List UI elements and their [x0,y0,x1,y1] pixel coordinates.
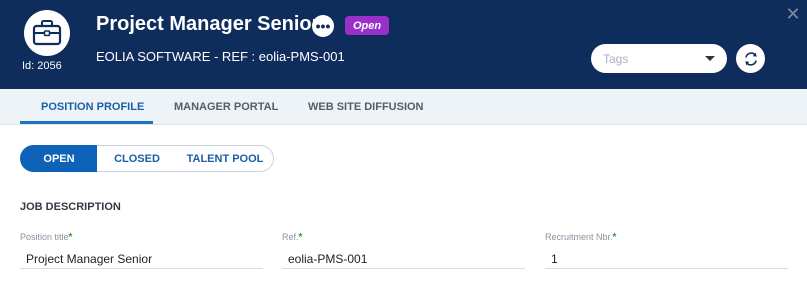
active-tab-indicator [20,121,153,124]
page-title: Project Manager Senior [96,13,320,35]
job-avatar: Id: 2056 [20,10,75,78]
position-title-field[interactable]: Project Manager Senior [20,249,263,269]
status-open-button[interactable]: OPEN [20,145,98,172]
status-talent-pool-button[interactable]: TALENT POOL [177,145,274,172]
recruitment-nbr-label-text: Recruitment Nbr. [545,232,613,242]
job-header: Id: 2056 Project Manager Senior ••• Open… [0,0,807,89]
job-description-heading: JOB DESCRIPTION [20,201,121,213]
ref-label-text: Ref. [282,232,299,242]
briefcase-icon [24,10,70,56]
ref-field[interactable]: eolia-PMS-001 [282,249,525,269]
tab-position-profile[interactable]: POSITION PROFILE [41,89,144,125]
more-dots-icon[interactable]: ••• [312,15,334,37]
close-icon[interactable]: ✕ [785,5,801,23]
recruitment-nbr-label: Recruitment Nbr.* [545,232,616,243]
status-badge: Open [345,16,390,35]
position-title-label: Position title* [20,232,72,243]
status-closed-button[interactable]: CLOSED [97,145,178,172]
company-ref-subtitle: EOLIA SOFTWARE - REF : eolia-PMS-001 [96,49,345,64]
recruitment-nbr-field[interactable]: 1 [545,249,788,269]
job-id: Id: 2056 [22,60,62,72]
tab-bar: POSITION PROFILE MANAGER PORTAL WEB SITE… [0,89,807,125]
required-marker: * [298,232,303,243]
refresh-icon [744,51,757,66]
position-title-label-text: Position title [20,232,69,242]
tags-select[interactable]: Tags [591,44,727,73]
tab-web-site-diffusion[interactable]: WEB SITE DIFFUSION [308,89,424,125]
required-marker: * [612,232,617,243]
refresh-button[interactable] [736,44,765,73]
tags-placeholder: Tags [603,51,629,66]
ref-label: Ref.* [282,232,302,243]
required-marker: * [68,232,73,243]
chevron-down-icon [705,56,715,61]
tab-manager-portal[interactable]: MANAGER PORTAL [174,89,278,125]
